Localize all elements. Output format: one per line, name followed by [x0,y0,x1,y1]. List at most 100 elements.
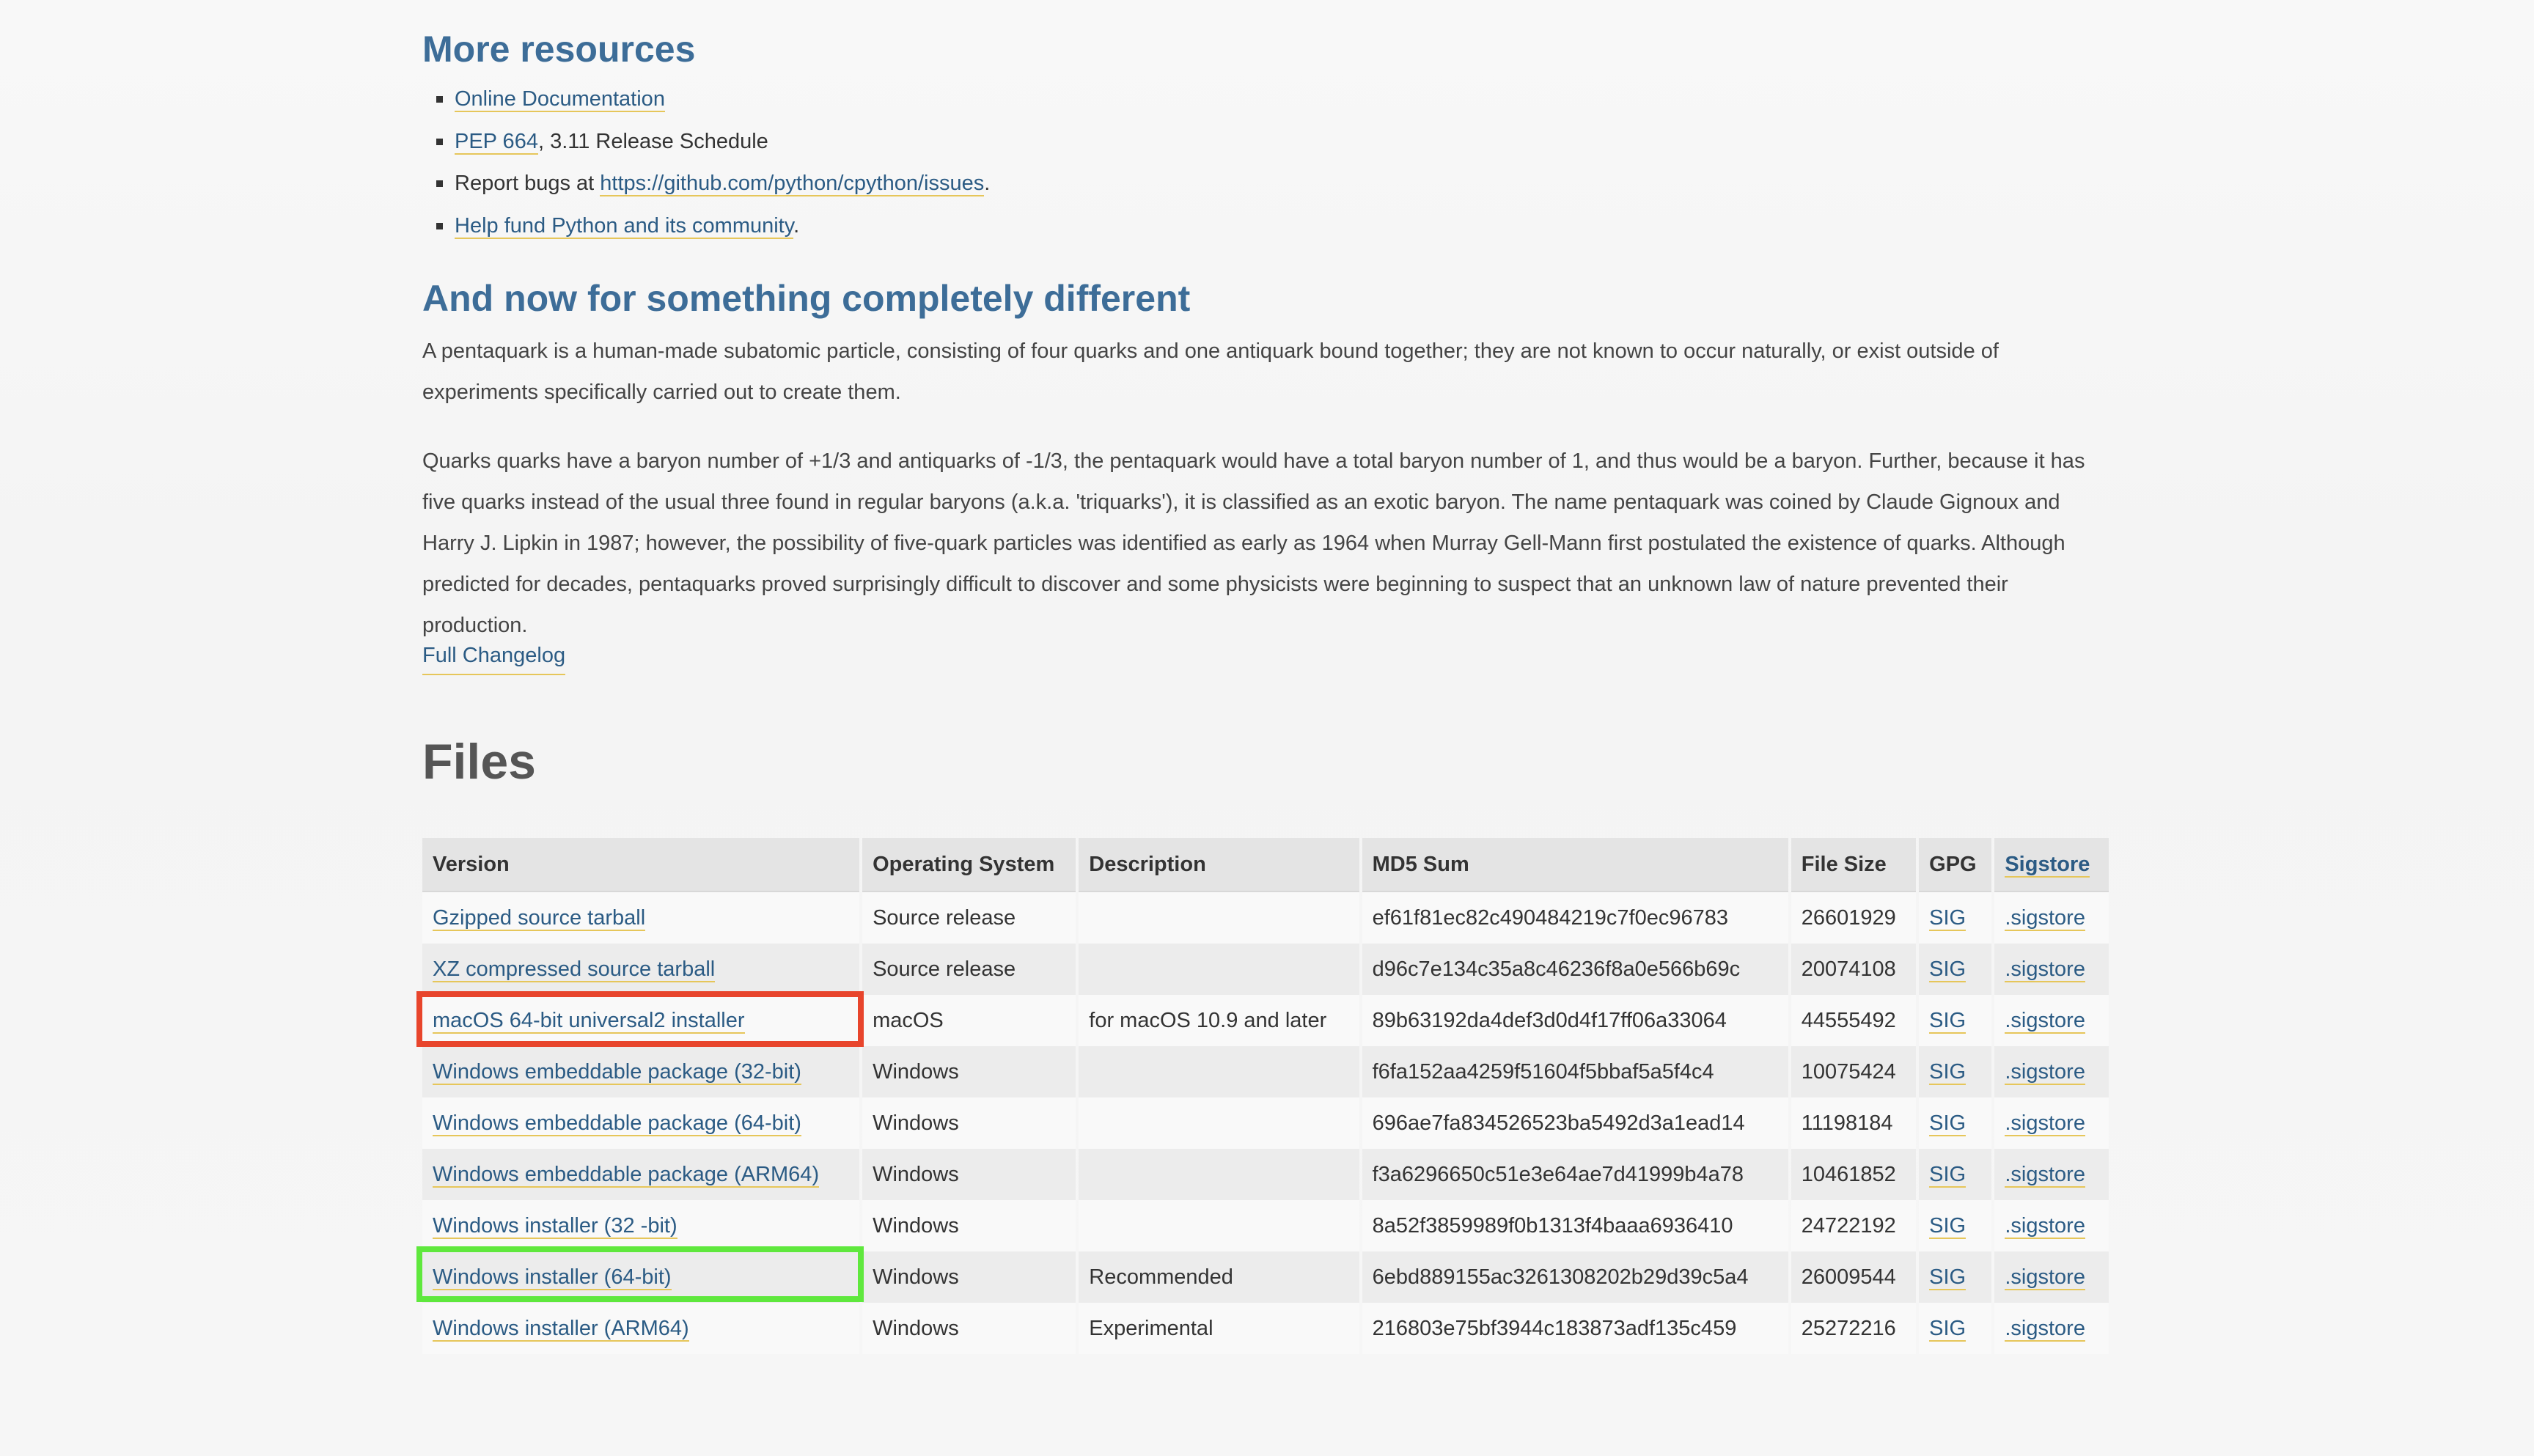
file-version-link[interactable]: Windows embeddable package (32-bit) [433,1059,801,1085]
sigstore-link[interactable]: .sigstore [2005,1008,2085,1034]
resources-list: Online Documentation PEP 664, 3.11 Relea… [422,82,990,251]
sigstore-link[interactable]: .sigstore [2005,1316,2085,1342]
sigstore-header-link[interactable]: Sigstore [2005,852,2090,878]
file-size: 26009544 [1791,1251,1917,1303]
different-heading: And now for something completely differe… [422,278,1191,319]
column-header-description: Description [1079,838,1359,892]
file-description: Experimental [1079,1303,1359,1354]
file-size: 10075424 [1791,1046,1917,1097]
table-header-row: Version Operating System Description MD5… [422,838,2109,892]
more-resources-heading: More resources [422,29,696,70]
table-row: macOS 64-bit universal2 installer macOS … [422,995,2109,1046]
file-size: 25272216 [1791,1303,1917,1354]
file-md5: 6ebd889155ac3261308202b29d39c5a4 [1362,1251,1788,1303]
file-version-link[interactable]: Gzipped source tarball [433,905,646,931]
report-bugs-suffix: . [984,172,991,195]
file-os: Windows [862,1097,1076,1149]
table-row: Windows embeddable package (64-bit) Wind… [422,1097,2109,1149]
sigstore-link[interactable]: .sigstore [2005,1059,2085,1085]
file-description: for macOS 10.9 and later [1079,995,1359,1046]
gpg-sig-link[interactable]: SIG [1929,1111,1966,1136]
file-description [1079,1200,1359,1251]
gpg-sig-link[interactable]: SIG [1929,1162,1966,1188]
file-size: 24722192 [1791,1200,1917,1251]
file-version-link[interactable]: Windows installer (32 -bit) [433,1213,677,1239]
file-os: macOS [862,995,1076,1046]
gpg-sig-link[interactable]: SIG [1929,1213,1966,1239]
column-header-version: Version [422,838,860,892]
file-md5: d96c7e134c35a8c46236f8a0e566b69c [1362,944,1788,995]
file-size: 10461852 [1791,1149,1917,1200]
pentaquark-paragraph-1: A pentaquark is a human-made subatomic p… [422,339,1999,404]
file-version-link[interactable]: Windows embeddable package (ARM64) [433,1162,820,1188]
column-header-file-size: File Size [1791,838,1917,892]
file-os: Windows [862,1251,1076,1303]
sigstore-link[interactable]: .sigstore [2005,1265,2085,1290]
file-md5: 89b63192da4def3d0d4f17ff06a33064 [1362,995,1788,1046]
file-version-link[interactable]: XZ compressed source tarball [433,957,716,982]
report-bugs-prefix: Report bugs at [455,172,601,195]
sigstore-link[interactable]: .sigstore [2005,1162,2085,1188]
list-item: Report bugs at https://github.com/python… [422,166,990,209]
table-row: Windows installer (32 -bit) Windows 8a52… [422,1200,2109,1251]
help-fund-suffix: . [793,213,800,238]
sigstore-link[interactable]: .sigstore [2005,1213,2085,1239]
column-header-gpg: GPG [1919,838,1992,892]
files-table: Version Operating System Description MD5… [419,838,2112,1354]
table-row: Gzipped source tarball Source release ef… [422,892,2109,944]
file-os: Source release [862,892,1076,944]
cpython-issues-link[interactable]: https://github.com/python/cpython/issues [600,172,985,196]
gpg-sig-link[interactable]: SIG [1929,957,1966,982]
full-changelog-link[interactable]: Full Changelog [422,637,566,675]
file-description [1079,1097,1359,1149]
file-size: 20074108 [1791,944,1917,995]
gpg-sig-link[interactable]: SIG [1929,1059,1966,1085]
file-size: 44555492 [1791,995,1917,1046]
files-heading: Files [422,734,536,790]
table-row: Windows installer (64-bit) Windows Recom… [422,1251,2109,1303]
file-md5: 8a52f3859989f0b1313f4baaa6936410 [1362,1200,1788,1251]
gpg-sig-link[interactable]: SIG [1929,1265,1966,1290]
table-row: Windows installer (ARM64) Windows Experi… [422,1303,2109,1354]
file-os: Windows [862,1200,1076,1251]
file-os: Windows [862,1149,1076,1200]
file-os: Windows [862,1303,1076,1354]
list-item: Help fund Python and its community. [422,209,990,251]
file-md5: 216803e75bf3944c183873adf135c459 [1362,1303,1788,1354]
column-header-sigstore: Sigstore [1994,838,2109,892]
pentaquark-paragraph-2: Quarks quarks have a baryon number of +1… [422,449,2085,637]
file-description: Recommended [1079,1251,1359,1303]
gpg-sig-link[interactable]: SIG [1929,905,1966,931]
file-md5: f6fa152aa4259f51604f5bbaf5a5f4c4 [1362,1046,1788,1097]
column-header-os: Operating System [862,838,1076,892]
list-item: Online Documentation [422,82,990,125]
gpg-sig-link[interactable]: SIG [1929,1008,1966,1034]
file-size: 11198184 [1791,1097,1917,1149]
table-row: Windows embeddable package (32-bit) Wind… [422,1046,2109,1097]
gpg-sig-link[interactable]: SIG [1929,1316,1966,1342]
pep-664-suffix: , 3.11 Release Schedule [537,129,768,153]
sigstore-link[interactable]: .sigstore [2005,905,2085,931]
file-os: Source release [862,944,1076,995]
file-description [1079,944,1359,995]
file-version-link[interactable]: Windows installer (64-bit) [433,1265,672,1290]
column-header-md5: MD5 Sum [1362,838,1788,892]
sigstore-link[interactable]: .sigstore [2005,1111,2085,1136]
list-item: PEP 664, 3.11 Release Schedule [422,125,990,167]
file-md5: 696ae7fa834526523ba5492d3a1ead14 [1362,1097,1788,1149]
file-description [1079,1046,1359,1097]
file-size: 26601929 [1791,892,1917,944]
file-md5: ef61f81ec82c490484219c7f0ec96783 [1362,892,1788,944]
file-version-link[interactable]: Windows embeddable package (64-bit) [433,1111,801,1136]
online-documentation-link[interactable]: Online Documentation [455,87,665,112]
file-os: Windows [862,1046,1076,1097]
table-row: XZ compressed source tarball Source rele… [422,944,2109,995]
pep-664-link[interactable]: PEP 664 [455,129,538,155]
file-version-link[interactable]: macOS 64-bit universal2 installer [433,1008,745,1034]
help-fund-link[interactable]: Help fund Python and its community [455,213,794,239]
table-row: Windows embeddable package (ARM64) Windo… [422,1149,2109,1200]
sigstore-link[interactable]: .sigstore [2005,957,2085,982]
file-description [1079,1149,1359,1200]
file-description [1079,892,1359,944]
file-version-link[interactable]: Windows installer (ARM64) [433,1316,689,1342]
